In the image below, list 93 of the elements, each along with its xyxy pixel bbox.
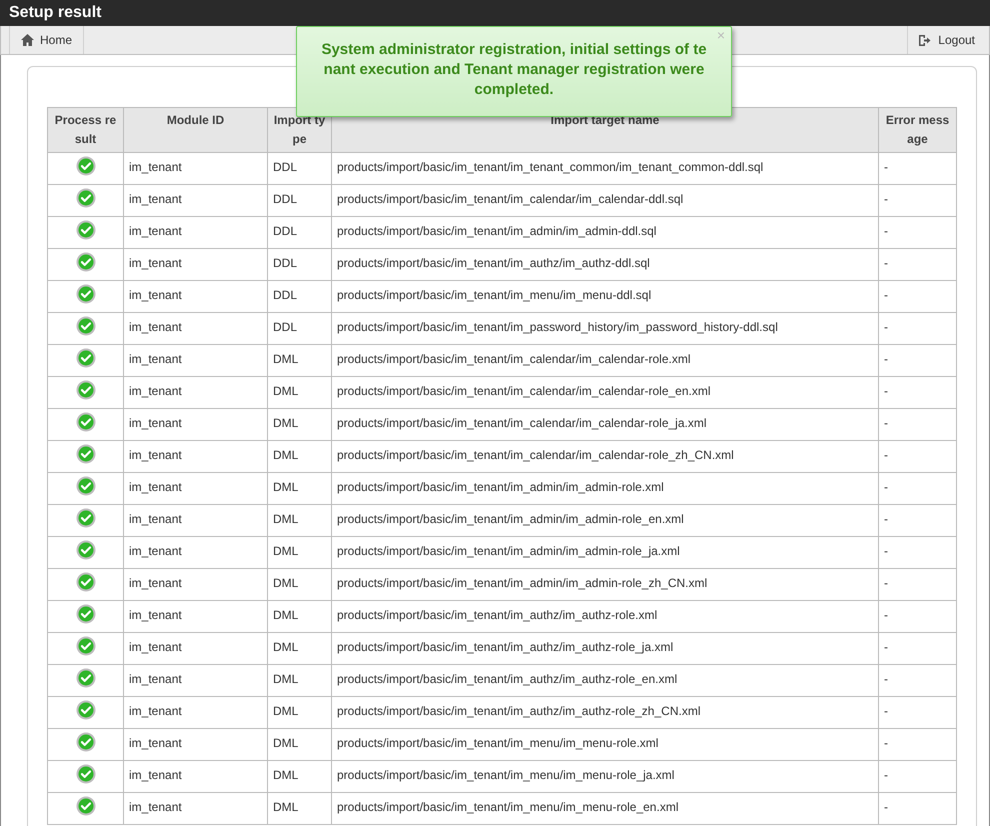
table-cell: products/import/basic/im_tenant/im_calendar/im_calendar-role.xml bbox=[332, 344, 878, 376]
table-cell: DDL bbox=[268, 280, 332, 312]
table-cell: - bbox=[878, 632, 956, 664]
table-cell: DDL bbox=[268, 152, 332, 184]
table-cell: products/import/basic/im_tenant/im_menu/im_menu-role.xml bbox=[332, 728, 878, 760]
table-cell: DDL bbox=[268, 184, 332, 216]
table-cell: products/import/basic/im_tenant/im_admin/im_admin-role.xml bbox=[332, 472, 878, 504]
table-cell: DML bbox=[268, 504, 332, 536]
table-cell: im_tenant bbox=[124, 280, 268, 312]
table-cell: im_tenant bbox=[124, 408, 268, 440]
table-cell: products/import/basic/im_tenant/im_calendar/im_calendar-role_en.xml bbox=[332, 376, 878, 408]
table-cell: products/import/basic/im_tenant/im_authz/im_authz-role.xml bbox=[332, 600, 878, 632]
table-cell: - bbox=[878, 568, 956, 600]
table-cell: im_tenant bbox=[124, 696, 268, 728]
table-cell: DML bbox=[268, 376, 332, 408]
table-cell: im_tenant bbox=[124, 792, 268, 824]
table-cell: - bbox=[878, 152, 956, 184]
table-cell: DML bbox=[268, 472, 332, 504]
table-cell: DML bbox=[268, 344, 332, 376]
table-cell: - bbox=[878, 536, 956, 568]
column-header: Module ID bbox=[124, 108, 268, 152]
table-cell: im_tenant bbox=[124, 216, 268, 248]
table-cell: im_tenant bbox=[124, 376, 268, 408]
table-cell: DML bbox=[268, 760, 332, 792]
table-cell: products/import/basic/im_tenant/im_admin/im_admin-role_en.xml bbox=[332, 504, 878, 536]
table-cell: im_tenant bbox=[124, 600, 268, 632]
table-cell: DML bbox=[268, 408, 332, 440]
table-cell: - bbox=[878, 280, 956, 312]
table-cell: DDL bbox=[268, 248, 332, 280]
table-cell: - bbox=[878, 760, 956, 792]
table-cell: DDL bbox=[268, 216, 332, 248]
table-cell: products/import/basic/im_tenant/im_calendar/im_calendar-role_zh_CN.xml bbox=[332, 440, 878, 472]
table-cell: products/import/basic/im_tenant/im_admin/im_admin-role_ja.xml bbox=[332, 536, 878, 568]
home-button[interactable]: Home bbox=[9, 26, 84, 54]
column-header: Process result bbox=[48, 108, 124, 152]
table-cell: im_tenant bbox=[124, 504, 268, 536]
table-cell: im_tenant bbox=[124, 312, 268, 344]
table-cell: - bbox=[878, 728, 956, 760]
table-cell: DML bbox=[268, 728, 332, 760]
table-cell: products/import/basic/im_tenant/im_admin/im_admin-role_zh_CN.xml bbox=[332, 568, 878, 600]
window-title: Setup result bbox=[9, 3, 102, 23]
table-cell: im_tenant bbox=[124, 440, 268, 472]
table-cell: - bbox=[878, 600, 956, 632]
table-cell: im_tenant bbox=[124, 728, 268, 760]
table-cell: im_tenant bbox=[124, 248, 268, 280]
table-cell: im_tenant bbox=[124, 664, 268, 696]
table-cell: - bbox=[878, 408, 956, 440]
table-cell: - bbox=[878, 472, 956, 504]
table-cell: - bbox=[878, 504, 956, 536]
table-cell: products/import/basic/im_tenant/im_calendar/im_calendar-role_ja.xml bbox=[332, 408, 878, 440]
table-cell: - bbox=[878, 216, 956, 248]
table-cell: products/import/basic/im_tenant/im_authz/im_authz-ddl.sql bbox=[332, 248, 878, 280]
table-cell: im_tenant bbox=[124, 184, 268, 216]
table-cell: im_tenant bbox=[124, 344, 268, 376]
table-cell: - bbox=[878, 184, 956, 216]
table-cell: im_tenant bbox=[124, 472, 268, 504]
table-cell: im_tenant bbox=[124, 568, 268, 600]
table-cell: DML bbox=[268, 696, 332, 728]
table-cell: products/import/basic/im_tenant/im_tenant_common/im_tenant_common-ddl.sql bbox=[332, 152, 878, 184]
table-cell: im_tenant bbox=[124, 760, 268, 792]
table-cell: DML bbox=[268, 600, 332, 632]
table-cell: im_tenant bbox=[124, 632, 268, 664]
column-header: Error message bbox=[878, 108, 956, 152]
table-cell: - bbox=[878, 312, 956, 344]
table-cell: DML bbox=[268, 792, 332, 824]
table-cell: products/import/basic/im_tenant/im_authz/im_authz-role_zh_CN.xml bbox=[332, 696, 878, 728]
table-cell: - bbox=[878, 792, 956, 824]
table-cell: DDL bbox=[268, 312, 332, 344]
table-cell: - bbox=[878, 696, 956, 728]
table-cell: - bbox=[878, 344, 956, 376]
table-cell: im_tenant bbox=[124, 536, 268, 568]
table-cell: - bbox=[878, 440, 956, 472]
table-cell: DML bbox=[268, 632, 332, 664]
logout-button[interactable]: Logout bbox=[907, 26, 985, 54]
table-cell: products/import/basic/im_tenant/im_menu/im_menu-role_ja.xml bbox=[332, 760, 878, 792]
table-cell: products/import/basic/im_tenant/im_menu/im_menu-role_en.xml bbox=[332, 792, 878, 824]
table-cell: im_tenant bbox=[124, 152, 268, 184]
table-cell: DML bbox=[268, 440, 332, 472]
table-cell: DML bbox=[268, 664, 332, 696]
table-cell: - bbox=[878, 376, 956, 408]
table-cell: - bbox=[878, 248, 956, 280]
table-cell: products/import/basic/im_tenant/im_menu/im_menu-ddl.sql bbox=[332, 280, 878, 312]
table-cell: products/import/basic/im_tenant/im_authz/im_authz-role_ja.xml bbox=[332, 632, 878, 664]
table-cell: DML bbox=[268, 536, 332, 568]
table-cell: products/import/basic/im_tenant/im_authz/im_authz-role_en.xml bbox=[332, 664, 878, 696]
table-cell: products/import/basic/im_tenant/im_password_history/im_password_history-ddl.sql bbox=[332, 312, 878, 344]
table-cell: products/import/basic/im_tenant/im_admin/im_admin-ddl.sql bbox=[332, 216, 878, 248]
toast-message: System administrator registration, initial settings of tenant execution and Tenant manager registration were completed. bbox=[320, 40, 708, 100]
table-cell: DML bbox=[268, 568, 332, 600]
table-cell: products/import/basic/im_tenant/im_calendar/im_calendar-ddl.sql bbox=[332, 184, 878, 216]
logout-icon bbox=[918, 34, 932, 46]
table-cell: - bbox=[878, 664, 956, 696]
home-icon bbox=[21, 34, 34, 46]
